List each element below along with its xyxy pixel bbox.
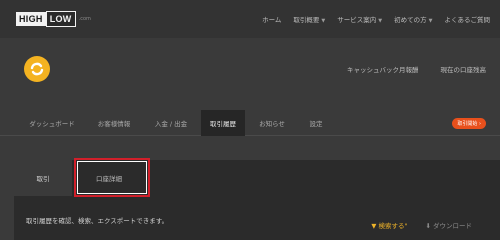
history-subtabs: 取引 口座詳細 (14, 160, 146, 196)
chevron-down-icon: ▼ (428, 18, 433, 24)
nav-item-label: よくあるご質問 (444, 16, 491, 24)
account-tabs: ダッシュボード お客様情報 入金 / 出金 取引履歴 お知らせ 設定 (0, 110, 500, 136)
top-navigation-bar: HIGH LOW .com ホーム 取引概要 ▼ サービス案内 ▼ 初めての方 ▼ よ… (0, 0, 500, 38)
logo-low-text: LOW (45, 11, 76, 27)
panel-description: 取引履歴を確認、検索、エクスポートできます。 (26, 217, 169, 225)
nav-item-home[interactable]: ホーム (262, 14, 281, 24)
tab-settings[interactable]: 設定 (298, 110, 334, 136)
tab-trade-history[interactable]: 取引履歴 (201, 110, 245, 136)
balance-link[interactable]: 現在の口座残高 (441, 64, 487, 74)
chevron-down-icon: ▼ (321, 18, 326, 24)
chevron-down-icon: ▼ (378, 18, 383, 24)
subtab-trade[interactable]: 取引 (14, 160, 72, 196)
nav-item-label: 初めての方 (394, 16, 427, 24)
tab-dashboard[interactable]: ダッシュボード (22, 110, 82, 136)
logo-suffix-text: .com (78, 16, 91, 22)
account-summary-links: キャッシュバック月報酬 現在の口座残高 (347, 64, 486, 74)
cashback-link[interactable]: キャッシュバック月報酬 (347, 64, 419, 74)
nav-item-label: 取引概要 (293, 16, 320, 24)
account-avatar[interactable] (24, 56, 50, 82)
logo-high-text: HIGH (16, 12, 46, 26)
tab-customer-info[interactable]: お客様情報 (86, 110, 142, 136)
sync-arrows-icon (30, 62, 44, 76)
nav-item-trading-overview[interactable]: 取引概要 ▼ (293, 14, 325, 24)
nav-item-services[interactable]: サービス案内 ▼ (337, 14, 382, 24)
download-button[interactable]: ⬇ ダウンロード (425, 220, 472, 230)
tab-deposit-withdraw[interactable]: 入金 / 出金 (144, 110, 198, 136)
search-button[interactable]: ▼ 検索する" (371, 220, 407, 230)
tab-notices[interactable]: お知らせ (250, 110, 294, 136)
nav-item-beginners[interactable]: 初めての方 ▼ (394, 14, 432, 24)
nav-item-label: サービス案内 (337, 16, 377, 24)
subtab-account-details[interactable]: 口座詳細 (72, 160, 146, 196)
start-trading-button[interactable]: 取引開始 › (452, 118, 486, 129)
search-button-label: ▼ 検索する (371, 222, 405, 230)
highlow-logo[interactable]: HIGH LOW .com (16, 11, 91, 27)
top-nav-menu: ホーム 取引概要 ▼ サービス案内 ▼ 初めての方 ▼ よくあるご質問 (262, 14, 490, 24)
search-marks: " (404, 222, 408, 230)
nav-item-label: ホーム (262, 16, 282, 24)
panel-actions: ▼ 検索する" ⬇ ダウンロード (371, 220, 472, 230)
nav-item-faq[interactable]: よくあるご質問 (445, 14, 491, 24)
